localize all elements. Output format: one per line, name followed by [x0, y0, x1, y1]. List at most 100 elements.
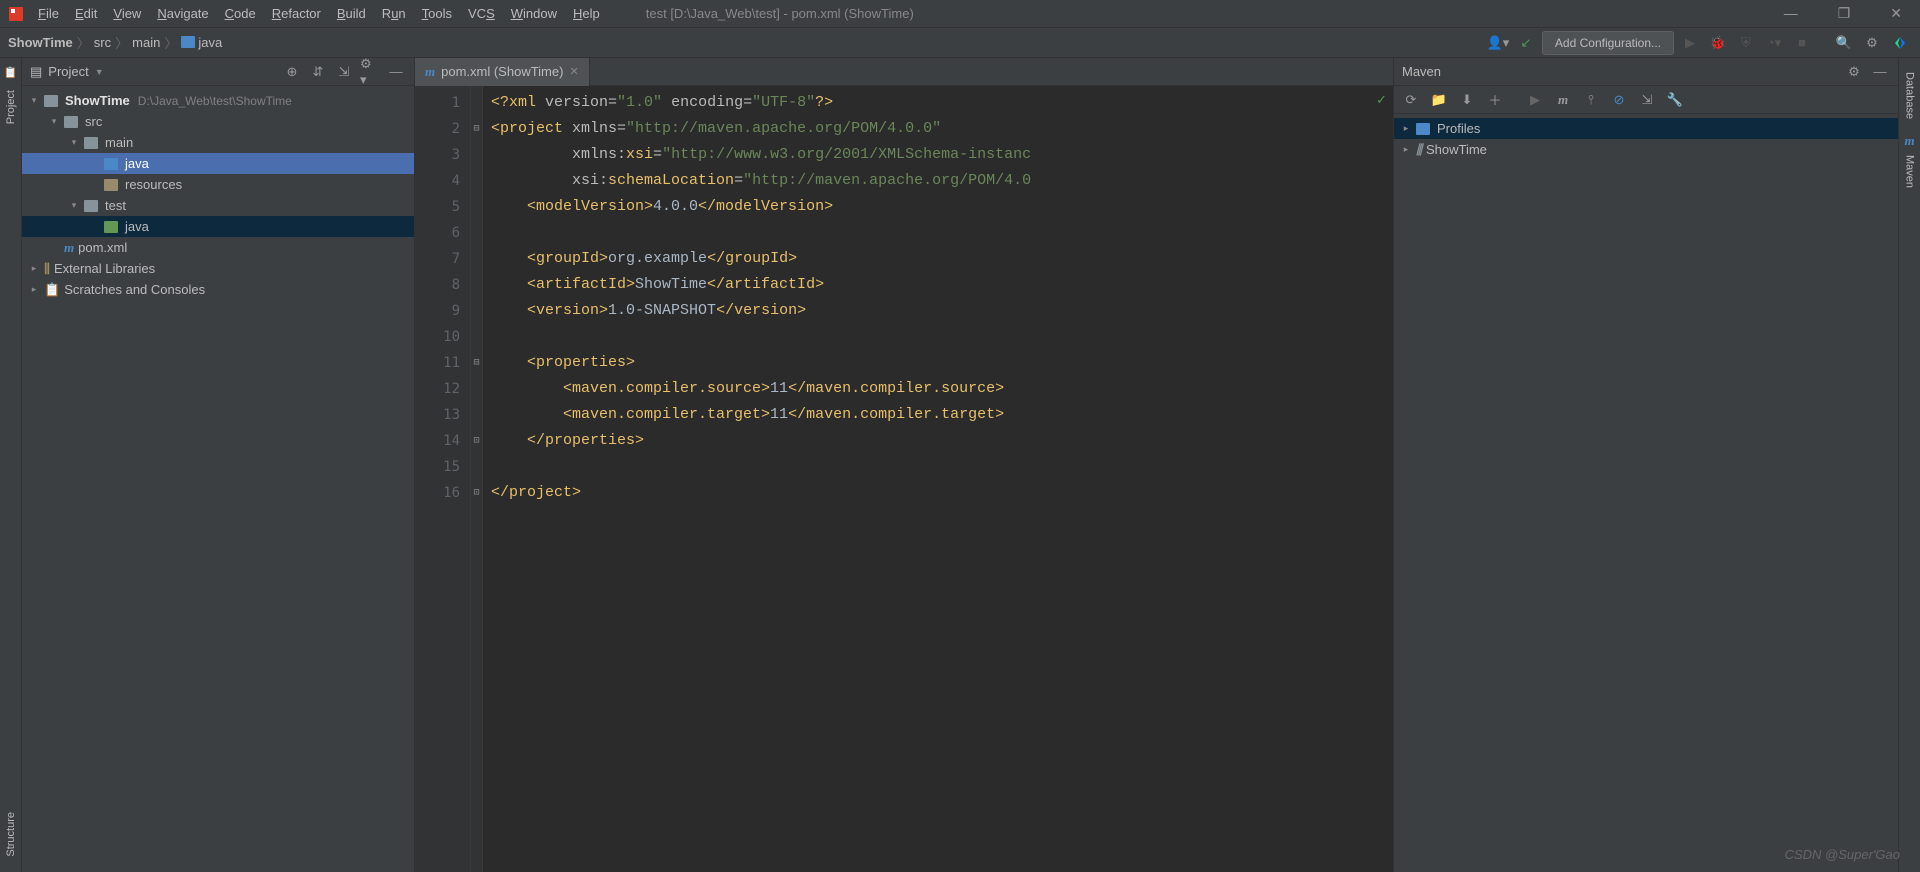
title-bar: File Edit View Navigate Code Refactor Bu… — [0, 0, 1920, 28]
tree-file-pom[interactable]: m pom.xml — [22, 237, 414, 258]
hide-panel-icon[interactable]: — — [1870, 62, 1890, 82]
generate-sources-icon[interactable]: 📁 — [1428, 89, 1450, 111]
back-arrow-icon[interactable]: ↙ — [1514, 31, 1538, 55]
panel-settings-icon[interactable]: ⚙ ▾ — [360, 62, 380, 82]
tree-folder-src[interactable]: src — [22, 111, 414, 132]
breadcrumb-item[interactable]: ShowTime — [8, 35, 73, 50]
coverage-icon[interactable]: ⛨ — [1734, 31, 1758, 55]
debug-icon[interactable]: 🐞 — [1706, 31, 1730, 55]
menu-view[interactable]: View — [107, 4, 147, 23]
tree-folder-main[interactable]: main — [22, 132, 414, 153]
tree-external-libraries[interactable]: ⫼ External Libraries — [22, 258, 414, 279]
tree-folder-java-selected[interactable]: java — [22, 153, 414, 174]
toggle-skip-tests-icon[interactable]: ⊘ — [1608, 89, 1630, 111]
breadcrumb-item[interactable]: src — [94, 35, 111, 50]
close-button[interactable]: ✕ — [1880, 3, 1912, 24]
profiler-icon[interactable]: ◔▾ — [1762, 31, 1786, 55]
maven-settings-icon[interactable]: 🔧 — [1664, 89, 1686, 111]
target-icon[interactable]: ⊕ — [282, 62, 302, 82]
code-with-me-icon[interactable] — [1888, 31, 1912, 55]
tree-folder-resources[interactable]: resources — [22, 174, 414, 195]
resources-folder-icon — [104, 179, 118, 191]
menu-file[interactable]: File — [32, 4, 65, 23]
maven-file-icon: m — [64, 240, 74, 256]
project-tool-icon[interactable]: 📋 — [4, 66, 18, 79]
panel-settings-icon[interactable]: ⚙ — [1844, 62, 1864, 82]
settings-icon[interactable]: ⚙ — [1860, 31, 1884, 55]
download-sources-icon[interactable]: ⬇ — [1456, 89, 1478, 111]
menu-help[interactable]: Help — [567, 4, 606, 23]
module-folder-icon — [44, 95, 58, 107]
tree-root[interactable]: ShowTime D:\Java_Web\test\ShowTime — [22, 90, 414, 111]
maven-file-icon: m — [425, 64, 435, 80]
editor-tab-pom[interactable]: m pom.xml (ShowTime) ✕ — [415, 58, 590, 86]
fold-gutter[interactable]: ⊟⊟⊡⊡ — [471, 86, 483, 872]
tree-folder-test[interactable]: test — [22, 195, 414, 216]
add-configuration-button[interactable]: Add Configuration... — [1542, 31, 1674, 55]
expand-all-icon[interactable]: ⇵ — [308, 62, 328, 82]
breadcrumb-item[interactable]: main — [132, 35, 160, 50]
project-tree[interactable]: ShowTime D:\Java_Web\test\ShowTime src m… — [22, 86, 414, 872]
editor-body[interactable]: 12345678910111213141516 ⊟⊟⊡⊡ <?xml versi… — [415, 86, 1393, 872]
expand-arrow-icon[interactable] — [28, 284, 40, 295]
expand-arrow-icon[interactable] — [1400, 144, 1412, 155]
maven-toolbar: ⟳ 📁 ⬇ ＋ ▶ m ⫯ ⊘ ⇲ 🔧 — [1394, 86, 1898, 114]
menu-refactor[interactable]: Refactor — [266, 4, 327, 23]
menu-vcs[interactable]: VCS — [462, 4, 501, 23]
run-icon[interactable]: ▶ — [1678, 31, 1702, 55]
add-maven-project-icon[interactable]: ＋ — [1484, 89, 1506, 111]
menu-code[interactable]: Code — [219, 4, 262, 23]
expand-arrow-icon[interactable] — [68, 200, 80, 211]
maven-project-item[interactable]: ⫼ ShowTime — [1394, 139, 1898, 160]
maximize-button[interactable]: ❐ — [1828, 3, 1861, 24]
collapse-all-icon[interactable]: ⇲ — [1636, 89, 1658, 111]
tab-structure[interactable]: Structure — [4, 805, 18, 864]
execute-goal-icon[interactable]: m — [1552, 89, 1574, 111]
panel-title[interactable]: Project — [48, 64, 88, 79]
sources-folder-icon — [104, 158, 118, 170]
tab-project[interactable]: Project — [4, 83, 18, 131]
project-view-icon: ▤ — [30, 64, 42, 80]
window-title: test [D:\Java_Web\test] - pom.xml (ShowT… — [646, 6, 914, 21]
folder-icon — [64, 116, 78, 128]
tree-folder-test-java[interactable]: java — [22, 216, 414, 237]
expand-arrow-icon[interactable] — [28, 263, 40, 274]
maven-tree[interactable]: Profiles ⫼ ShowTime — [1394, 114, 1898, 872]
code-content[interactable]: <?xml version="1.0" encoding="UTF-8"?> <… — [483, 86, 1393, 872]
project-panel: ▤ Project ▼ ⊕ ⇵ ⇲ ⚙ ▾ — ShowTime D:\Java… — [22, 58, 415, 872]
expand-arrow-icon[interactable] — [1400, 123, 1412, 134]
collapse-all-icon[interactable]: ⇲ — [334, 62, 354, 82]
hide-panel-icon[interactable]: — — [386, 62, 406, 82]
tab-maven[interactable]: Maven — [1904, 149, 1916, 194]
search-icon[interactable]: 🔍 — [1832, 31, 1856, 55]
menu-run[interactable]: Run — [376, 4, 412, 23]
tab-database[interactable]: Database — [1904, 66, 1916, 125]
expand-arrow-icon[interactable] — [68, 137, 80, 148]
run-maven-icon[interactable]: ▶ — [1524, 89, 1546, 111]
menu-bar: File Edit View Navigate Code Refactor Bu… — [32, 4, 606, 23]
menu-build[interactable]: Build — [331, 4, 372, 23]
expand-arrow-icon[interactable] — [48, 116, 60, 127]
maven-tool-icon[interactable]: m — [1904, 133, 1914, 149]
minimize-button[interactable]: — — [1774, 3, 1808, 24]
maven-profiles[interactable]: Profiles — [1394, 118, 1898, 139]
menu-navigate[interactable]: Navigate — [151, 4, 214, 23]
editor-area: m pom.xml (ShowTime) ✕ 12345678910111213… — [415, 58, 1393, 872]
stop-icon[interactable]: ■ — [1790, 31, 1814, 55]
close-tab-icon[interactable]: ✕ — [569, 65, 578, 78]
expand-arrow-icon[interactable] — [28, 95, 40, 106]
window-controls: — ❐ ✕ — [1774, 3, 1912, 24]
watermark: CSDN @Super'Gao — [1785, 847, 1900, 862]
left-gutter: 📋 Project Structure — [0, 58, 22, 872]
refresh-icon[interactable]: ⟳ — [1400, 89, 1422, 111]
menu-window[interactable]: Window — [505, 4, 563, 23]
breadcrumb-item[interactable]: java — [181, 35, 222, 50]
dropdown-icon[interactable]: ▼ — [95, 67, 104, 77]
tree-scratches[interactable]: 📋 Scratches and Consoles — [22, 279, 414, 300]
menu-edit[interactable]: Edit — [69, 4, 103, 23]
menu-tools[interactable]: Tools — [416, 4, 458, 23]
users-icon[interactable]: 👤▾ — [1486, 31, 1510, 55]
inspection-status-icon[interactable]: ✓ — [1376, 92, 1387, 108]
right-gutter: Database m Maven — [1898, 58, 1920, 872]
toggle-offline-icon[interactable]: ⫯ — [1580, 89, 1602, 111]
